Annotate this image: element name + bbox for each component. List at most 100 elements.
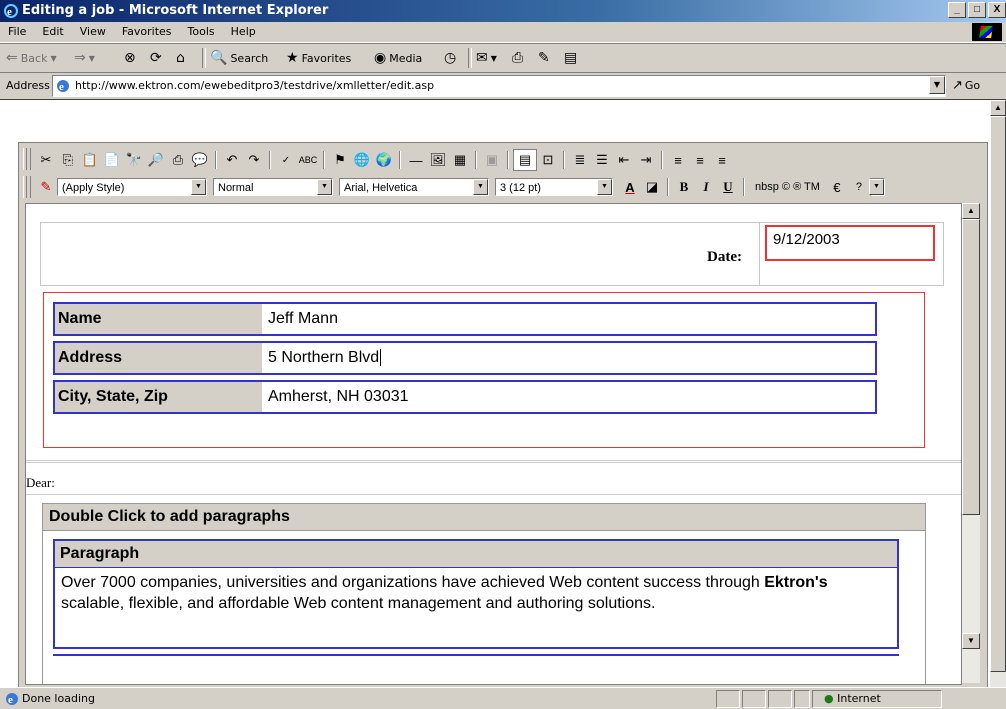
image-icon[interactable]: 🖼 [427, 150, 449, 170]
format-select[interactable]: Normal ▼ [213, 178, 333, 196]
date-label: Date: [707, 249, 742, 265]
stop-button[interactable]: ⊗ [124, 50, 136, 66]
outdent-icon[interactable]: ⇤ [613, 150, 635, 170]
spell-as-you-type-icon[interactable]: ABC [297, 150, 319, 170]
table-icon[interactable]: ▦ [449, 150, 471, 170]
address-input[interactable]: e http://www.ektron.com/ewebeditpro3/tes… [52, 75, 946, 97]
paste-icon[interactable]: 📋 [79, 150, 101, 170]
redo-icon[interactable]: ↷ [243, 150, 265, 170]
euro-button[interactable]: € [826, 177, 848, 197]
menu-tools[interactable]: Tools [180, 22, 223, 42]
highlight-color-icon[interactable]: ◪ [641, 177, 663, 197]
back-button[interactable]: ⇐ Back ▼ [6, 50, 57, 66]
comment-icon[interactable]: 💬 [189, 150, 211, 170]
restore-button[interactable]: □ [968, 2, 986, 18]
globe-icon: ● [824, 692, 834, 705]
scroll-thumb[interactable] [990, 116, 1006, 672]
paragraph-block[interactable]: Paragraph Over 7000 companies, universit… [53, 539, 899, 649]
address-bar: Address e http://www.ektron.com/ewebedit… [0, 72, 1006, 99]
security-zone: ● Internet [824, 692, 881, 705]
horizontal-rule-icon[interactable]: — [405, 150, 427, 170]
menu-edit[interactable]: Edit [34, 22, 71, 42]
print-icon[interactable]: ⎙ [167, 150, 189, 170]
editor-document[interactable]: Date: 9/12/2003 Name Jeff Mann Address 5… [25, 203, 962, 685]
library-icon[interactable]: 🌐 [351, 150, 373, 170]
font-color-icon[interactable]: A [619, 177, 641, 197]
bullet-list-icon[interactable]: ☰ [591, 150, 613, 170]
discuss-button[interactable]: ▤ [564, 50, 577, 66]
special-characters-button[interactable]: nbsp © ® TM [755, 181, 820, 193]
numbered-list-icon[interactable]: ≣ [569, 150, 591, 170]
editor-scroll-thumb[interactable] [962, 219, 980, 515]
page-scrollbar[interactable]: ▲ [990, 100, 1006, 688]
copy-icon[interactable]: ⎘ [57, 150, 79, 170]
date-field[interactable]: 9/12/2003 [765, 225, 935, 261]
address-field[interactable]: 5 Northern Blvd [262, 343, 875, 373]
chevron-down-icon: ▼ [473, 179, 488, 195]
find-icon[interactable]: 🔭 [123, 150, 145, 170]
toolbar-options-dropdown[interactable]: ▼ [868, 178, 885, 196]
mail-button[interactable]: ✉ ▼ [476, 50, 497, 66]
source-view-icon[interactable]: ⊡ [537, 150, 559, 170]
standard-toolbar: ⇐ Back ▼ ⇒ ▼ ⊗ ⟳ ⌂ 🔍 Search ★ Favorites … [0, 43, 1006, 73]
hyperlink-icon[interactable]: ⚑ [329, 150, 351, 170]
align-right-icon[interactable]: ≡ [711, 150, 733, 170]
align-left-icon[interactable]: ≡ [667, 150, 689, 170]
editor-scroll-up-button[interactable]: ▲ [962, 203, 980, 219]
name-field[interactable]: Jeff Mann [262, 304, 875, 334]
font-size-select[interactable]: 3 (12 pt) ▼ [495, 178, 613, 196]
replace-icon[interactable]: 🔎 [145, 150, 167, 170]
paragraphs-section[interactable]: Double Click to add paragraphs Paragraph… [42, 503, 926, 684]
minimize-button[interactable]: _ [948, 2, 966, 18]
style-select[interactable]: (Apply Style) ▼ [57, 178, 207, 196]
chevron-down-icon: ▼ [50, 53, 57, 63]
bold-button[interactable]: B [673, 177, 695, 197]
city-state-zip-field[interactable]: Amherst, NH 03031 [262, 382, 875, 412]
paste-text-icon[interactable]: 📄 [101, 150, 123, 170]
address-dropdown-button[interactable]: ▼ [929, 76, 945, 94]
next-paragraph-block[interactable] [53, 654, 899, 666]
edit-icon: ✎ [538, 50, 550, 66]
refresh-button[interactable]: ⟳ [150, 50, 162, 66]
home-button[interactable]: ⌂ [176, 50, 185, 66]
edit-page-button[interactable]: ✎ [538, 50, 550, 66]
paragraphs-header[interactable]: Double Click to add paragraphs [43, 504, 925, 531]
form-icon[interactable]: ▣ [481, 150, 503, 170]
remove-link-icon[interactable]: 🌍 [373, 150, 395, 170]
menu-file[interactable]: File [0, 22, 34, 42]
close-button[interactable]: X [988, 2, 1006, 18]
forward-button[interactable]: ⇒ ▼ [74, 50, 95, 66]
history-button[interactable]: ◷ [444, 50, 456, 66]
editor-toolbar-2: ✎ (Apply Style) ▼ Normal ▼ Arial, Helvet… [19, 173, 987, 201]
font-select[interactable]: Arial, Helvetica ▼ [339, 178, 489, 196]
ie-logo-icon: e [4, 4, 18, 18]
favorites-button[interactable]: ★ Favorites [286, 50, 351, 66]
chevron-down-icon: ▼ [88, 53, 95, 63]
help-button[interactable]: ? [848, 177, 870, 197]
salutation[interactable]: Dear: [26, 475, 55, 491]
cut-icon[interactable]: ✂ [35, 150, 57, 170]
editor-scrollbar[interactable]: ▲ ▼ [962, 203, 980, 683]
menu-favorites[interactable]: Favorites [114, 22, 180, 42]
print-button[interactable]: ⎙ [512, 50, 523, 66]
spellcheck-icon[interactable]: ✓ [275, 150, 297, 170]
search-button[interactable]: 🔍 Search [210, 50, 268, 66]
recipient-block: Name Jeff Mann Address 5 Northern Blvd C… [43, 292, 925, 448]
indent-icon[interactable]: ⇥ [635, 150, 657, 170]
wysiwyg-view-icon[interactable]: ▤ [513, 149, 537, 171]
paragraph-text[interactable]: Over 7000 companies, universities and or… [55, 568, 897, 618]
italic-button[interactable]: I [695, 177, 717, 197]
menu-help[interactable]: Help [223, 22, 264, 42]
align-center-icon[interactable]: ≡ [689, 150, 711, 170]
forward-arrow-icon: ⇒ [74, 50, 86, 66]
media-button[interactable]: ◉ Media [374, 50, 422, 66]
scroll-up-button[interactable]: ▲ [990, 100, 1006, 116]
name-label: Name [55, 304, 262, 334]
svg-text:e: e [59, 81, 64, 93]
editor-scroll-down-button[interactable]: ▼ [962, 633, 980, 649]
underline-button[interactable]: U [717, 177, 739, 197]
chevron-down-icon: ▼ [191, 179, 206, 195]
menu-view[interactable]: View [72, 22, 114, 42]
undo-icon[interactable]: ↶ [221, 150, 243, 170]
go-button[interactable]: ↗ Go [952, 78, 980, 93]
